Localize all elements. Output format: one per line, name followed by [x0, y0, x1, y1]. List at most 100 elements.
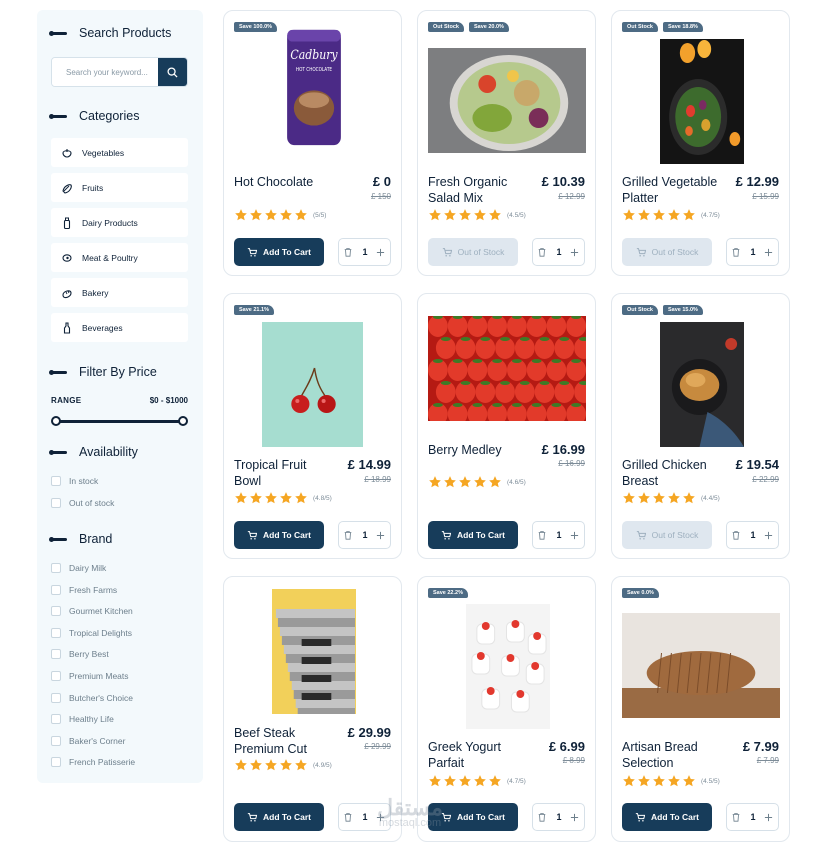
checkbox[interactable]	[51, 606, 61, 617]
brand-option-premium-meats[interactable]: Premium Meats	[51, 671, 129, 681]
quantity-stepper[interactable]: 1	[726, 238, 779, 266]
product-image[interactable]: Cadbury HOT CHOCOLATE	[272, 22, 356, 149]
product-name[interactable]: Berry Medley	[428, 442, 528, 458]
slider-min-handle[interactable]	[51, 416, 61, 426]
product-name[interactable]: Beef Steak Premium Cut	[234, 725, 334, 757]
quantity-stepper[interactable]: 1	[726, 521, 779, 549]
checkbox[interactable]	[51, 671, 61, 681]
star-icon	[295, 759, 307, 771]
product-image[interactable]	[428, 316, 586, 421]
checkbox[interactable]	[51, 584, 61, 595]
brand-option-tropical-delights[interactable]: Tropical Delights	[51, 627, 132, 638]
category-item-bakery[interactable]: Bakery	[51, 278, 188, 307]
category-item-meat-poultry[interactable]: Meat & Poultry	[51, 243, 188, 272]
out-of-stock-button[interactable]: Out of Stock	[428, 238, 518, 266]
add-to-cart-button[interactable]: Add To Cart	[428, 521, 518, 549]
brand-option-butcher-s-choice[interactable]: Butcher's Choice	[51, 692, 133, 703]
quantity-stepper[interactable]: 1	[532, 238, 585, 266]
slider-max-handle[interactable]	[178, 416, 188, 426]
brand-title-text: Brand	[79, 532, 113, 546]
checkbox[interactable]	[51, 735, 61, 746]
checkbox[interactable]	[51, 714, 61, 725]
product-name[interactable]: Greek Yogurt Parfait	[428, 739, 528, 771]
brand-option-healthy-life[interactable]: Healthy Life	[51, 714, 114, 725]
brand-option-gourmet-kitchen[interactable]: Gourmet Kitchen	[51, 606, 133, 617]
availability-option-out-of-stock[interactable]: Out of stock	[51, 498, 114, 508]
product-name[interactable]: Tropical Fruit Bowl	[234, 457, 334, 489]
quantity-stepper[interactable]: 1	[338, 238, 391, 266]
star-icon	[623, 209, 635, 221]
remove-button[interactable]	[537, 247, 547, 257]
brand-option-french-patisserie[interactable]: French Patisserie	[51, 757, 136, 768]
increase-button[interactable]	[570, 531, 579, 540]
brand-option-berry-best[interactable]: Berry Best	[51, 649, 109, 660]
search-input[interactable]	[52, 58, 158, 86]
add-to-cart-button[interactable]: Add To Cart	[622, 803, 712, 831]
search-button[interactable]	[158, 58, 187, 86]
option-label: French Patisserie	[69, 757, 136, 768]
product-image[interactable]	[428, 48, 586, 153]
brand-option-dairy-milk[interactable]: Dairy Milk	[51, 563, 106, 573]
product-image[interactable]	[272, 589, 356, 714]
remove-button[interactable]	[731, 530, 741, 540]
quantity-stepper[interactable]: 1	[532, 521, 585, 549]
checkbox[interactable]	[51, 692, 61, 703]
quantity-stepper[interactable]: 1	[726, 803, 779, 831]
remove-button[interactable]	[731, 247, 741, 257]
out-of-stock-button[interactable]: Out of Stock	[622, 238, 712, 266]
checkbox[interactable]	[51, 627, 61, 638]
availability-option-in-stock[interactable]: In stock	[51, 476, 98, 486]
increase-button[interactable]	[764, 248, 773, 257]
increase-button[interactable]	[376, 248, 385, 257]
category-item-dairy-products[interactable]: Dairy Products	[51, 208, 188, 237]
brand-option-fresh-farms[interactable]: Fresh Farms	[51, 584, 117, 595]
product-name[interactable]: Fresh Organic Salad Mix	[428, 174, 528, 206]
product-image[interactable]	[262, 322, 363, 447]
quantity-stepper[interactable]: 1	[532, 803, 585, 831]
brand-option-baker-s-corner[interactable]: Baker's Corner	[51, 735, 125, 746]
product-card[interactable]: Out Stock Save 18.8% Grilled Vegetable Pla…	[611, 10, 790, 276]
remove-button[interactable]	[343, 812, 353, 822]
product-image[interactable]	[622, 613, 780, 718]
price-section-title: Filter By Price	[49, 365, 157, 379]
checkbox[interactable]	[51, 649, 61, 660]
checkbox[interactable]	[51, 563, 61, 573]
category-item-fruits[interactable]: Fruits	[51, 173, 188, 202]
remove-button[interactable]	[537, 530, 547, 540]
add-to-cart-button[interactable]: Add To Cart	[234, 238, 324, 266]
product-image[interactable]	[466, 604, 550, 729]
product-name[interactable]: Artisan Bread Selection	[622, 739, 722, 771]
remove-button[interactable]	[343, 247, 353, 257]
increase-button[interactable]	[764, 813, 773, 822]
category-item-vegetables[interactable]: Vegetables	[51, 138, 188, 167]
trash-icon	[733, 531, 740, 540]
price-slider[interactable]	[51, 416, 188, 426]
quantity-stepper[interactable]: 1	[338, 521, 391, 549]
out-of-stock-button[interactable]: Out of Stock	[622, 521, 712, 549]
product-card[interactable]: Save 0.0% Artisan Bread Selection £ 7.99 £ …	[611, 576, 790, 842]
product-card[interactable]: Cadbury HOT CHOCOLATE Save 100.0% Hot Cho…	[223, 10, 402, 276]
increase-button[interactable]	[570, 248, 579, 257]
product-image[interactable]	[660, 322, 744, 447]
product-image[interactable]	[660, 39, 744, 164]
product-name[interactable]: Hot Chocolate	[234, 174, 334, 190]
option-label: Dairy Milk	[69, 563, 107, 573]
increase-button[interactable]	[376, 531, 385, 540]
product-name[interactable]: Grilled Vegetable Platter	[622, 174, 722, 206]
remove-button[interactable]	[537, 812, 547, 822]
product-card[interactable]: Out Stock Save 15.0% Grilled Chicken Breas…	[611, 293, 790, 559]
increase-button[interactable]	[570, 813, 579, 822]
checkbox[interactable]	[51, 498, 61, 508]
add-to-cart-button[interactable]: Add To Cart	[234, 803, 324, 831]
category-item-beverages[interactable]: Beverages	[51, 313, 188, 342]
product-card[interactable]: Out Stock Save 20.0% Fresh Organic Salad M…	[417, 10, 596, 276]
checkbox[interactable]	[51, 476, 61, 486]
product-name[interactable]: Grilled Chicken Breast	[622, 457, 722, 489]
product-card[interactable]: Berry Medley £ 16.99 £ 16.99 (4.6/5) Add To …	[417, 293, 596, 559]
remove-button[interactable]	[343, 530, 353, 540]
remove-button[interactable]	[731, 812, 741, 822]
product-card[interactable]: Save 21.1% Tropical Fruit Bowl £ 14.99 £ 18…	[223, 293, 402, 559]
checkbox[interactable]	[51, 757, 61, 768]
increase-button[interactable]	[764, 531, 773, 540]
add-to-cart-button[interactable]: Add To Cart	[234, 521, 324, 549]
